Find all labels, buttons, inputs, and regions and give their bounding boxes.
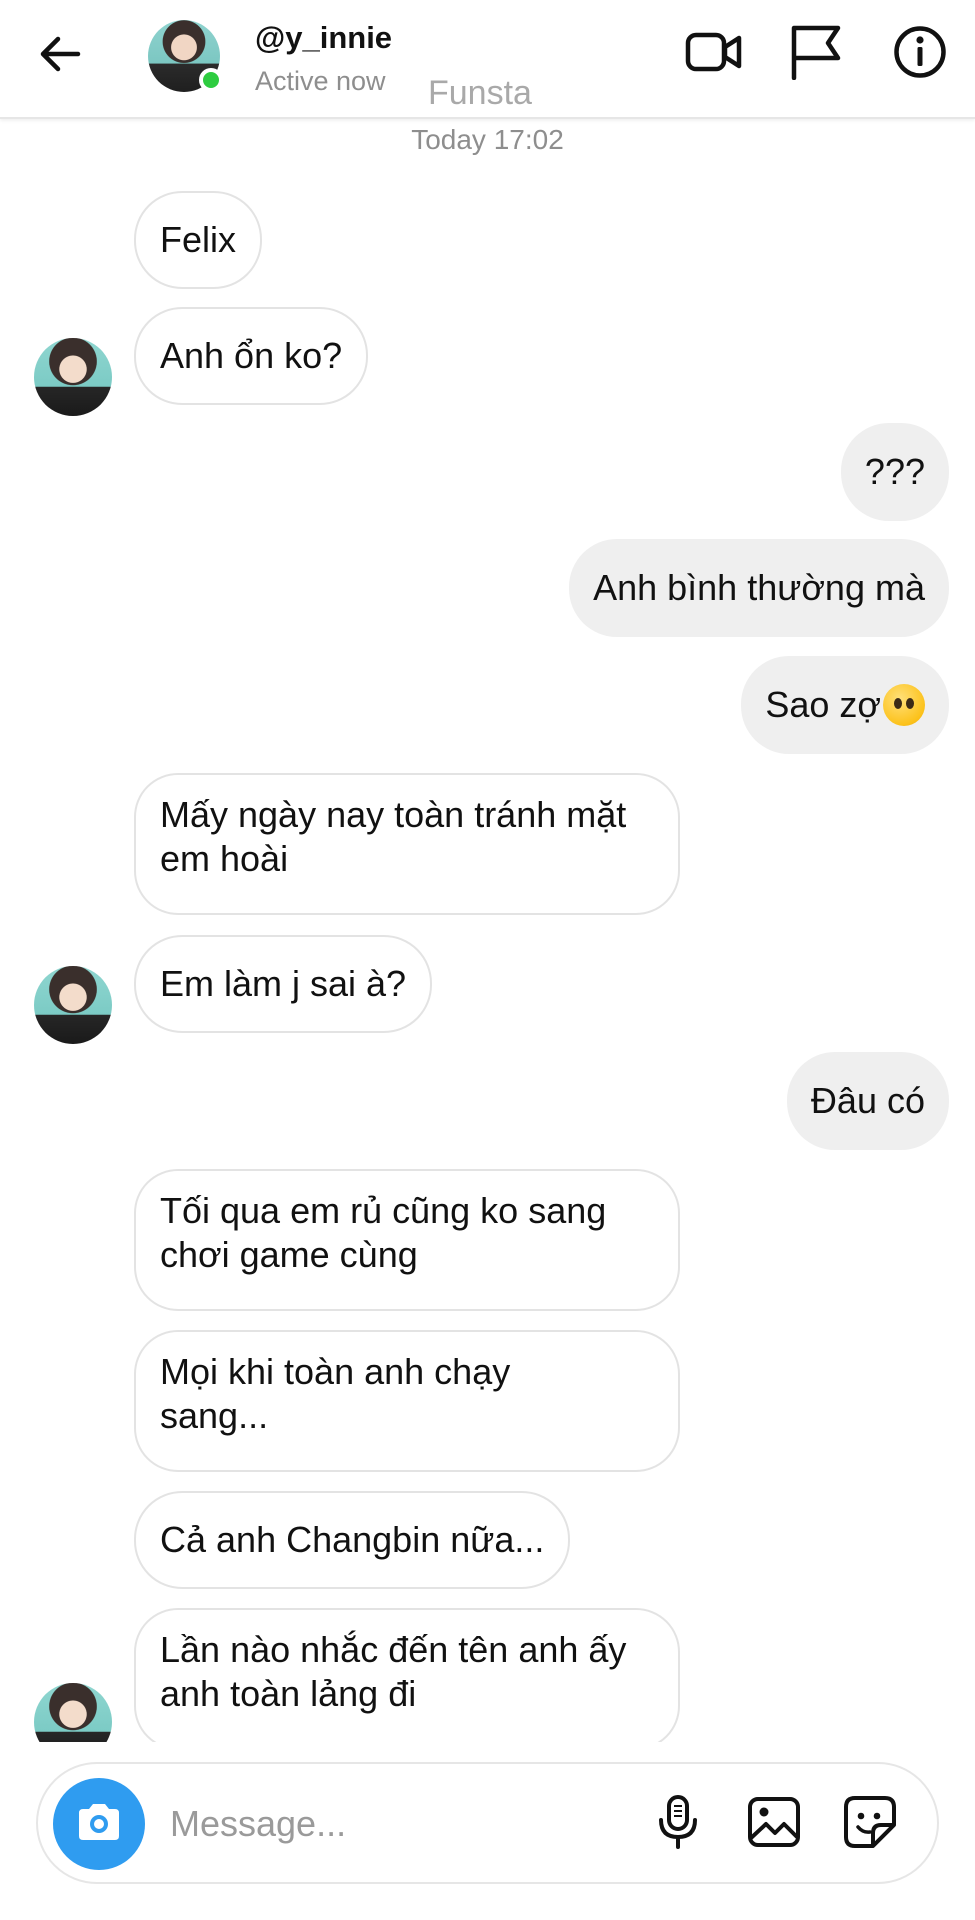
online-status-dot <box>199 68 223 92</box>
message-line: Mấy ngày nay toàn tránh mặt <box>160 794 627 835</box>
camera-button[interactable] <box>53 1778 145 1870</box>
incoming-message[interactable]: Cả anh Changbin nữa... <box>134 1491 571 1589</box>
sender-avatar[interactable] <box>34 1683 112 1742</box>
info-icon <box>893 25 947 84</box>
header-avatar[interactable] <box>148 20 223 92</box>
gallery-icon <box>747 1796 801 1853</box>
message-line: em hoài <box>160 838 289 879</box>
video-call-button[interactable] <box>682 22 746 86</box>
back-arrow-icon <box>38 34 82 79</box>
outgoing-message[interactable]: ??? <box>840 423 949 521</box>
message-text: Cả anh Changbin nữa... <box>160 1519 545 1560</box>
info-button[interactable] <box>888 22 952 86</box>
incoming-message[interactable]: Mấy ngày nay toàn tránh mặt em hoài <box>134 773 680 915</box>
message-timestamp: Today 17:02 <box>411 124 564 155</box>
voice-message-button[interactable] <box>646 1792 710 1856</box>
outgoing-message[interactable]: Đâu có <box>786 1052 949 1150</box>
neutral-face-emoji-icon <box>883 684 925 726</box>
message-text: Đâu có <box>810 1080 925 1121</box>
message-line: Lần nào nhắc đến tên anh ấy <box>160 1629 627 1670</box>
camera-icon <box>74 1801 124 1848</box>
sender-avatar[interactable] <box>34 966 112 1044</box>
sender-avatar[interactable] <box>34 338 112 416</box>
outgoing-message[interactable]: Anh bình thường mà <box>569 539 949 637</box>
message-line: sang... <box>160 1395 269 1436</box>
report-flag-button[interactable] <box>784 22 848 86</box>
gallery-button[interactable] <box>742 1792 806 1856</box>
message-line: Mọi khi toàn anh chạy <box>160 1351 511 1392</box>
message-text: ??? <box>864 451 925 492</box>
incoming-message[interactable]: Em làm j sai à? <box>134 935 433 1033</box>
incoming-message[interactable]: Tối qua em rủ cũng ko sang chơi game cùn… <box>134 1169 680 1311</box>
message-text: Felix <box>160 219 237 260</box>
message-composer <box>36 1762 939 1884</box>
microphone-icon <box>656 1794 700 1855</box>
active-status: Active now <box>255 66 386 96</box>
message-line: Tối qua em rủ cũng ko sang <box>160 1190 607 1231</box>
message-list[interactable]: Today 17:02 Felix Anh ổn ko? ??? Anh bìn… <box>0 117 975 1742</box>
watermark: Funsta <box>428 74 532 112</box>
back-button[interactable] <box>30 26 90 86</box>
sticker-button[interactable] <box>838 1792 902 1856</box>
incoming-message[interactable]: Lần nào nhắc đến tên anh ấy anh toàn lản… <box>134 1608 680 1742</box>
message-text: Em làm j sai à? <box>160 963 407 1004</box>
chat-username[interactable]: @y_innie <box>255 20 392 56</box>
incoming-message[interactable]: Felix <box>134 191 263 289</box>
message-line: anh toàn lảng đi <box>160 1673 417 1714</box>
message-input[interactable] <box>168 1792 552 1856</box>
dm-screen: @y_innie Active now Funsta Today 17:02 F… <box>0 0 975 1920</box>
message-text: Anh bình thường mà <box>593 567 925 608</box>
message-text: Sao zợ <box>765 684 881 725</box>
message-line: chơi game cùng <box>160 1234 418 1275</box>
flag-icon <box>788 24 844 85</box>
outgoing-message[interactable]: Sao zợ <box>741 656 949 754</box>
message-text: Anh ổn ko? <box>160 335 343 376</box>
video-call-icon <box>685 30 743 79</box>
sticker-icon <box>843 1795 897 1854</box>
incoming-message[interactable]: Mọi khi toàn anh chạy sang... <box>134 1330 680 1472</box>
incoming-message[interactable]: Anh ổn ko? <box>134 307 369 405</box>
